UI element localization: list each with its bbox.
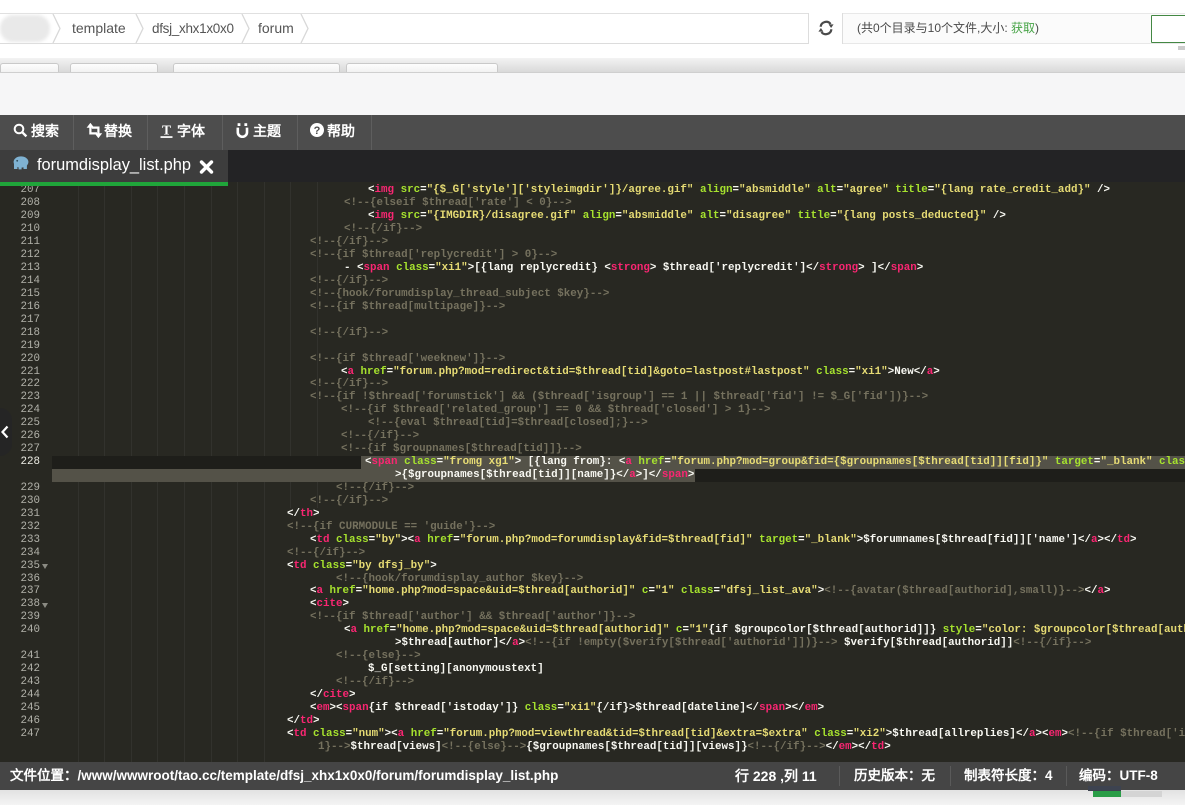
svg-text:T: T [162, 123, 171, 138]
svg-text:?: ? [314, 125, 321, 137]
